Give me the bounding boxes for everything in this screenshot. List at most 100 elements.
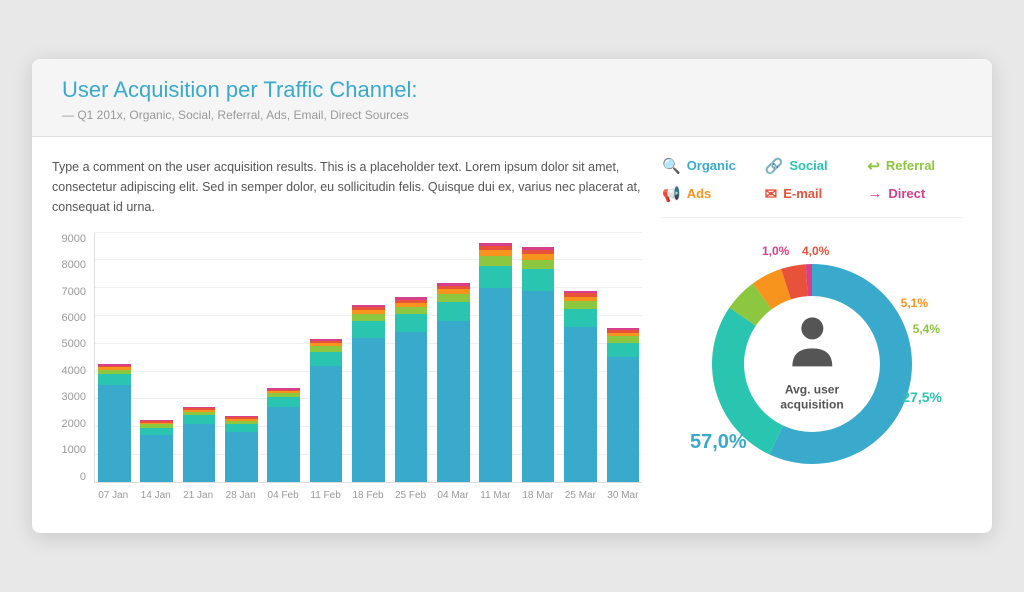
x-axis-label: 04 Mar <box>434 485 472 513</box>
bar-segment-referral <box>395 307 428 314</box>
bar-segment-organic <box>98 385 131 482</box>
legend-label-email: E-mail <box>783 186 822 201</box>
card-body: Type a comment on the user acquisition r… <box>32 137 992 533</box>
bar-segment-organic <box>564 327 597 482</box>
bar-stack <box>225 416 258 481</box>
bar-segment-social <box>267 397 300 407</box>
y-axis-label: 5000 <box>62 338 86 350</box>
bar-segment-organic <box>352 338 385 482</box>
legend: 🔍Organic 🔗 Social ↩Referral 📢Ads ✉E-mail → Dire… <box>662 157 962 218</box>
y-axis-label: 0 <box>80 471 86 483</box>
bar-stack <box>183 407 216 482</box>
organic-icon: 🔍 <box>662 157 681 175</box>
x-axis-label: 21 Jan <box>179 485 217 513</box>
bar-segment-organic <box>310 366 343 482</box>
bar-segment-social <box>183 415 216 423</box>
x-labels: 07 Jan14 Jan21 Jan28 Jan04 Feb11 Feb18 F… <box>94 485 642 513</box>
bar-stack <box>140 420 173 482</box>
bar-segment-social <box>225 424 258 432</box>
x-axis-label: 30 Mar <box>604 485 642 513</box>
bar-stack <box>437 283 470 481</box>
social-icon: 🔗 <box>765 157 784 175</box>
page-subtitle: Q1 201x, Organic, Social, Referral, Ads,… <box>62 108 962 122</box>
bar-segment-referral <box>564 301 597 308</box>
bar-stack <box>395 297 428 481</box>
donut-pct-ads: 5,1% <box>901 296 928 310</box>
bar-stack <box>607 328 640 482</box>
comment-text: Type a comment on the user acquisition r… <box>52 157 642 217</box>
legend-item-social[interactable]: 🔗 Social <box>765 157 860 175</box>
bar-group <box>95 233 133 482</box>
y-axis-label: 7000 <box>62 286 86 298</box>
donut-pct-social: 27,5% <box>902 389 942 405</box>
bar-stack <box>267 388 300 481</box>
legend-item-organic[interactable]: 🔍Organic <box>662 157 757 175</box>
bar-segment-social <box>522 269 555 291</box>
bar-segment-social <box>479 266 512 288</box>
bar-segment-organic <box>522 291 555 482</box>
bar-stack <box>98 364 131 481</box>
x-axis-label: 07 Jan <box>94 485 132 513</box>
bar-segment-referral <box>479 256 512 266</box>
bar-group <box>265 233 303 482</box>
donut-pct-direct: 1,0% <box>762 244 789 258</box>
donut-pct-referral: 5,4% <box>913 322 940 336</box>
bar-segment-organic <box>267 407 300 482</box>
x-axis-label: 11 Feb <box>306 485 344 513</box>
bar-chart: 9000800070006000500040003000200010000 07… <box>52 233 642 513</box>
bar-group <box>137 233 175 482</box>
y-axis-label: 2000 <box>62 418 86 430</box>
bar-segment-referral <box>522 260 555 269</box>
bar-group <box>477 233 515 482</box>
x-axis-label: 18 Mar <box>519 485 557 513</box>
bar-segment-organic <box>140 435 173 482</box>
bar-group <box>222 233 260 482</box>
left-section: Type a comment on the user acquisition r… <box>52 157 642 513</box>
donut-pct-email: 4,0% <box>802 244 829 258</box>
card-header: User Acquisition per Traffic Channel: Q1… <box>32 59 992 136</box>
legend-item-email[interactable]: ✉E-mail <box>765 185 860 203</box>
x-axis-label: 04 Feb <box>264 485 302 513</box>
x-axis-label: 25 Mar <box>561 485 599 513</box>
donut-pct-organic: 57,0% <box>690 431 747 454</box>
bar-segment-organic <box>479 288 512 482</box>
legend-label-social: Social <box>789 158 827 173</box>
bar-group <box>392 233 430 482</box>
bar-stack <box>522 247 555 482</box>
y-axis-label: 9000 <box>62 233 86 245</box>
legend-item-ads[interactable]: 📢Ads <box>662 185 757 203</box>
bar-segment-social <box>564 309 597 327</box>
legend-item-referral[interactable]: ↩Referral <box>867 157 962 175</box>
y-axis-label: 4000 <box>62 365 86 377</box>
y-axis: 9000800070006000500040003000200010000 <box>52 233 92 483</box>
bar-group <box>434 233 472 482</box>
donut-chart: Avg. useracquisition 57,0%27,5%5,4%5,1%4… <box>682 234 942 494</box>
bar-group <box>307 233 345 482</box>
bar-segment-organic <box>183 424 216 482</box>
y-axis-label: 8000 <box>62 259 86 271</box>
bar-group <box>180 233 218 482</box>
legend-label-direct: Direct <box>888 186 925 201</box>
x-axis-label: 18 Feb <box>349 485 387 513</box>
bar-stack <box>564 291 597 482</box>
bar-segment-referral <box>352 314 385 321</box>
bar-segment-social <box>395 314 428 332</box>
y-axis-label: 1000 <box>62 444 86 456</box>
bar-segment-social <box>98 374 131 385</box>
bar-stack <box>310 339 343 482</box>
bar-group <box>519 233 557 482</box>
bar-segment-organic <box>225 432 258 482</box>
bar-segment-social <box>607 343 640 358</box>
bar-segment-organic <box>437 321 470 481</box>
bar-segment-social <box>352 321 385 338</box>
direct-icon: → <box>867 185 882 202</box>
bar-segment-social <box>437 302 470 321</box>
bar-group <box>561 233 599 482</box>
x-axis-label: 28 Jan <box>221 485 259 513</box>
bar-segment-social <box>140 428 173 435</box>
page-title: User Acquisition per Traffic Channel: <box>62 77 962 103</box>
bar-segment-referral <box>437 294 470 302</box>
legend-item-direct[interactable]: → Direct <box>867 185 962 203</box>
legend-label-ads: Ads <box>687 186 712 201</box>
bar-segment-organic <box>395 332 428 481</box>
